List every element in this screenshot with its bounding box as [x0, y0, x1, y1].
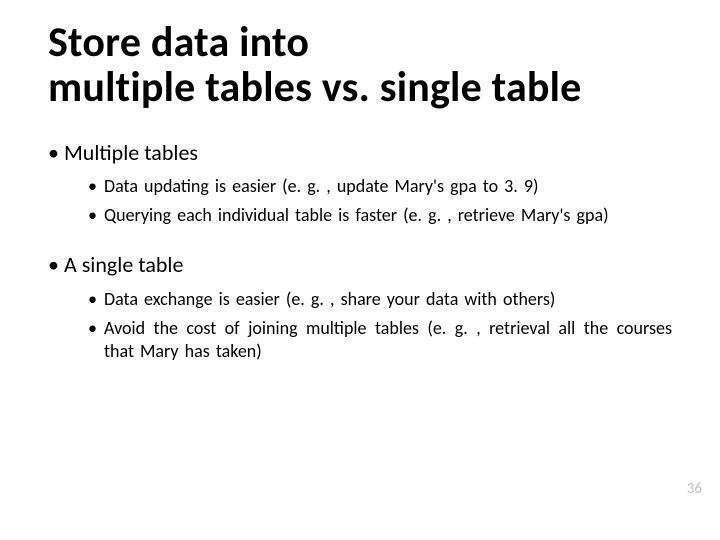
section-heading: A single table	[64, 251, 183, 278]
list-item: A single table Data exchange is easier (…	[48, 251, 672, 363]
title-line-2: multiple tables vs. single table	[48, 62, 582, 113]
list-item: Querying each individual table is faster…	[88, 204, 672, 227]
section-heading: Multiple tables	[64, 139, 198, 166]
list-item: Multiple tables Data updating is easier …	[48, 139, 672, 228]
title-line-1: Store data into	[48, 17, 309, 68]
bullet-list-level-2: Data updating is easier (e. g. , update …	[64, 175, 672, 227]
bullet-list-level-2: Data exchange is easier (e. g. , share y…	[64, 288, 672, 363]
bullet-list-level-1: Multiple tables Data updating is easier …	[48, 139, 672, 363]
slide-title: Store data into multiple tables vs. sing…	[48, 20, 672, 111]
list-item: Avoid the cost of joining multiple table…	[88, 317, 672, 363]
page-number: 36	[687, 480, 702, 498]
list-item: Data exchange is easier (e. g. , share y…	[88, 288, 672, 311]
list-item: Data updating is easier (e. g. , update …	[88, 175, 672, 198]
